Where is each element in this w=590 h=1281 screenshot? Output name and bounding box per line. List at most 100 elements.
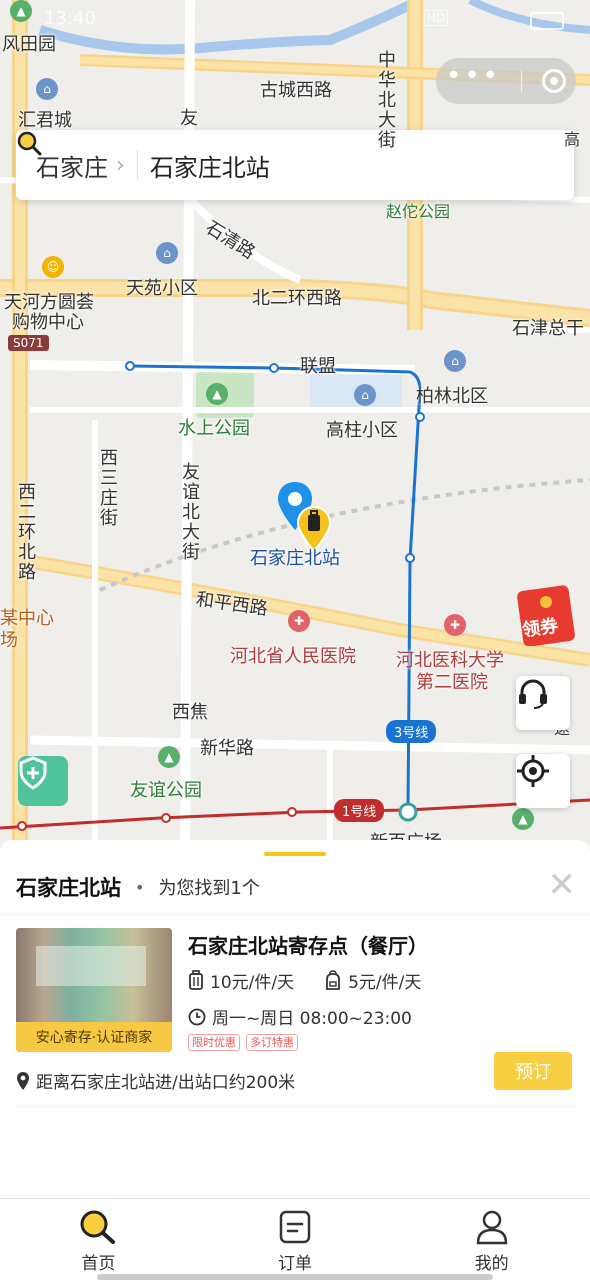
map-label: 联盟 xyxy=(300,356,336,377)
shield-icon xyxy=(19,756,47,790)
coupon-label: 领券 xyxy=(520,615,560,642)
map-view[interactable]: 13:40 HD ••• 石家庄 › 石家庄北站 风田园 ▲ ⌂ 汇君城 古城西… xyxy=(0,0,590,850)
price-small: 5元/件/天 xyxy=(348,973,422,993)
price-large-item: 10元/件/天 xyxy=(188,968,294,993)
miniprogram-capsule: ••• xyxy=(436,58,576,104)
map-label: 赵佗公园 xyxy=(386,202,451,221)
map-label: 高柱小区 xyxy=(326,420,398,441)
residential-poi-icon: ⌂ xyxy=(156,242,178,264)
results-title: 石家庄北站 xyxy=(16,876,121,900)
distance-row: 距离石家庄北站进/出站口约200米 xyxy=(16,1068,295,1093)
headset-icon xyxy=(519,679,547,709)
order-icon xyxy=(279,1210,311,1244)
search-input[interactable]: 石家庄北站 xyxy=(150,148,270,183)
separator-dot: • xyxy=(135,877,145,897)
opening-hours: 周一~周日 08:00~23:00 xyxy=(212,1009,412,1029)
close-icon[interactable]: ✕ xyxy=(548,868,577,902)
more-menu-button[interactable]: ••• xyxy=(446,63,501,89)
metro-line-1-badge: 1号线 xyxy=(334,799,385,822)
tab-profile[interactable]: 我的 xyxy=(393,1199,590,1281)
tab-orders[interactable]: 订单 xyxy=(197,1199,394,1281)
map-label: 北二环西路 xyxy=(252,288,342,309)
search-icon xyxy=(80,1210,116,1244)
park-poi-icon: ▲ xyxy=(158,746,180,768)
map-label: 购物中心 xyxy=(12,312,84,333)
map-label: 西焦 xyxy=(172,702,208,723)
map-label: 第二医院 xyxy=(416,672,488,693)
map-label: 河北省人民医院 xyxy=(230,646,356,667)
map-label: 中华北大街 xyxy=(375,50,396,150)
battery-icon xyxy=(530,12,564,30)
station-label: 石家庄北站 xyxy=(250,548,340,569)
certified-badge: 安心寄存·认证商家 xyxy=(16,1022,172,1052)
map-label: 西二环北路 xyxy=(15,482,36,582)
hospital-poi-icon: ✚ xyxy=(444,614,466,636)
price-row: 10元/件/天 5元/件/天 xyxy=(188,968,451,993)
map-label: 水上公园 xyxy=(178,418,250,439)
status-time: 13:40 xyxy=(44,8,96,29)
profile-icon xyxy=(476,1210,507,1245)
sheet-drag-handle[interactable] xyxy=(264,852,326,856)
results-sheet: 石家庄北站 • 为您找到1个 ✕ 安心寄存·认证商家 石家庄北站寄存点（餐厅） … xyxy=(0,840,590,1198)
residential-poi-icon: ⌂ xyxy=(354,384,376,406)
home-indicator xyxy=(97,1274,493,1280)
map-label: 场 xyxy=(0,630,18,651)
map-pin-icon xyxy=(17,1071,29,1090)
network-badge: HD xyxy=(424,10,449,26)
tab-home-label: 首页 xyxy=(81,1254,116,1274)
residential-poi-icon: ⌂ xyxy=(36,78,58,100)
search-icon xyxy=(17,131,42,156)
promo-tag: 限时优惠 xyxy=(188,1034,240,1051)
residential-poi-icon: ⌂ xyxy=(444,350,466,372)
results-count: 为您找到1个 xyxy=(158,878,260,899)
divider xyxy=(0,914,590,915)
locate-me-button[interactable] xyxy=(516,754,570,808)
crosshair-icon xyxy=(517,755,549,787)
divider xyxy=(16,1106,574,1107)
close-miniprogram-button[interactable] xyxy=(541,69,566,93)
status-bar: 13:40 HD xyxy=(0,6,590,40)
map-label: 石津总干 xyxy=(512,318,584,339)
backpack-icon xyxy=(326,969,340,990)
store-name[interactable]: 石家庄北站寄存点（餐厅） xyxy=(188,930,428,959)
map-label: 高 xyxy=(564,130,581,149)
coupon-button[interactable]: 领券 xyxy=(516,582,580,646)
customer-service-button[interactable] xyxy=(516,676,570,730)
store-photo[interactable]: 安心寄存·认证商家 xyxy=(16,928,172,1052)
map-roads xyxy=(0,0,590,850)
results-header: 石家庄北站 • 为您找到1个 ✕ xyxy=(16,868,576,902)
map-label: 天苑小区 xyxy=(126,278,198,299)
tab-orders-label: 订单 xyxy=(278,1254,312,1274)
map-label: 友谊北大街 xyxy=(179,462,200,562)
safety-button[interactable] xyxy=(18,756,68,806)
map-label: 新华路 xyxy=(200,738,254,759)
tab-profile-label: 我的 xyxy=(474,1254,509,1274)
price-large: 10元/件/天 xyxy=(210,973,295,993)
distance-text: 距离石家庄北站进/出站口约200米 xyxy=(36,1073,296,1093)
park-poi-icon: ▲ xyxy=(512,808,534,830)
book-button[interactable]: 预订 xyxy=(494,1052,572,1090)
bottom-tab-bar: 首页 订单 我的 xyxy=(0,1198,590,1281)
city-selector[interactable]: 石家庄 xyxy=(36,148,108,183)
promo-tag: 多订特惠 xyxy=(246,1034,298,1051)
search-bar[interactable]: 石家庄 › 石家庄北站 xyxy=(16,130,574,200)
hospital-poi-icon: ✚ xyxy=(288,610,310,632)
highway-badge: S071 xyxy=(8,335,49,351)
map-label: 风田园 xyxy=(2,34,56,55)
shopping-poi-icon: ☺ xyxy=(42,256,64,278)
tab-home[interactable]: 首页 xyxy=(0,1199,197,1281)
park-poi-icon: ▲ xyxy=(10,0,32,22)
map-label: 友谊公园 xyxy=(130,780,202,801)
park-poi-icon: ▲ xyxy=(206,383,228,405)
map-label: 汇君城 xyxy=(18,110,72,131)
photo-blur xyxy=(36,946,146,986)
promo-tags: 限时优惠 多订特惠 xyxy=(188,1034,304,1051)
price-small-item: 5元/件/天 xyxy=(324,968,421,993)
map-label: 古城西路 xyxy=(260,80,332,101)
search-separator xyxy=(136,150,138,180)
hours-row: 周一~周日 08:00~23:00 xyxy=(188,1004,412,1029)
suitcase-icon xyxy=(189,969,203,990)
clock-icon xyxy=(188,1008,206,1025)
map-label: 西三庄街 xyxy=(97,448,118,528)
chevron-right-icon: › xyxy=(116,152,125,178)
